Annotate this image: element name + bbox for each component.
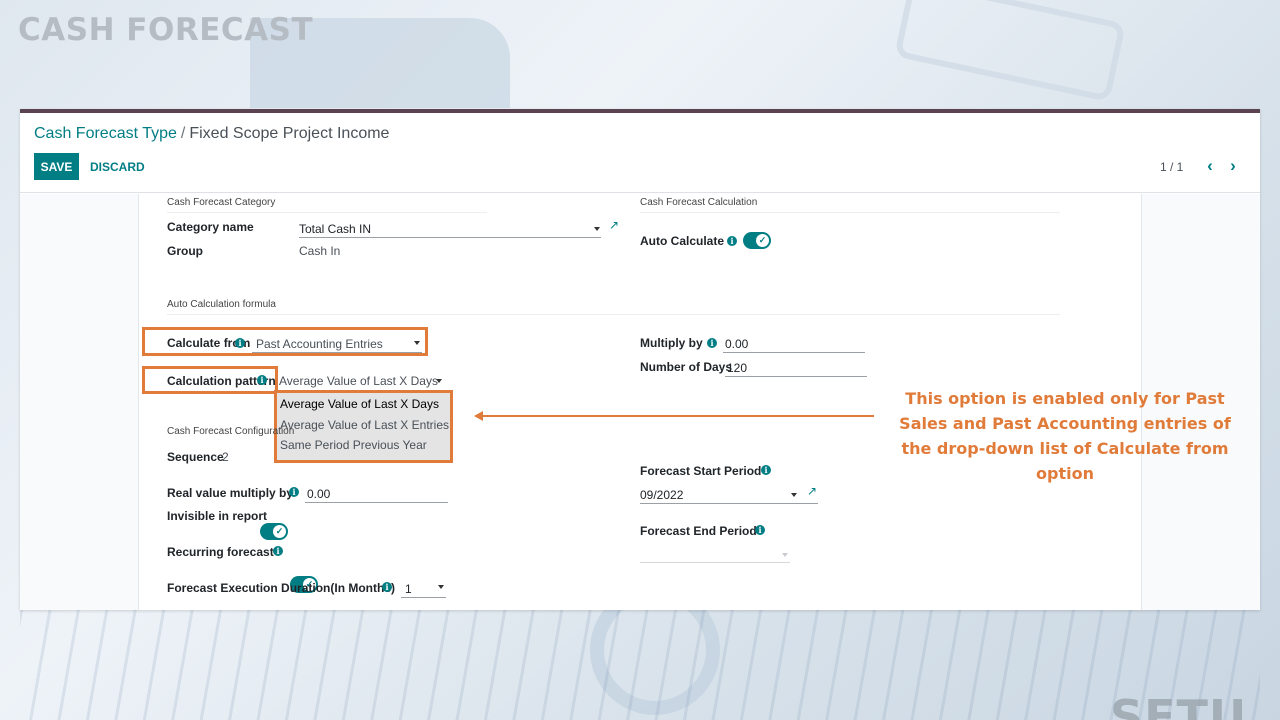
watermark: SETU <box>1110 690 1248 720</box>
info-icon: i <box>382 582 392 592</box>
forecast-end-period-select[interactable] <box>640 546 790 563</box>
caret-down-icon[interactable] <box>594 227 600 231</box>
calculate-from-value: Past Accounting Entries <box>256 337 383 351</box>
sequence-value[interactable]: 2 <box>222 450 229 464</box>
number-of-days-label: Number of Days <box>640 360 733 374</box>
sequence-label: Sequence <box>167 450 224 464</box>
info-icon: i <box>235 338 245 348</box>
external-link-icon[interactable]: ↗ <box>807 484 817 498</box>
calculate-from-select[interactable]: Past Accounting Entries <box>252 335 422 353</box>
auto-calculate-toggle[interactable]: ✓ <box>743 232 771 249</box>
pager-value[interactable]: 1 / 1 <box>1160 160 1183 174</box>
info-icon: i <box>755 525 765 535</box>
info-icon: i <box>289 487 299 497</box>
multiply-by-input[interactable]: 0.00 <box>723 335 865 353</box>
annotation-callout: This option is enabled only for Past Sal… <box>899 389 1231 483</box>
check-icon: ✓ <box>756 234 769 247</box>
category-name-value: Total Cash IN <box>299 222 372 236</box>
external-link-icon[interactable]: ↗ <box>609 218 619 232</box>
save-button[interactable]: SAVE <box>34 153 79 180</box>
odoo-form-window: Cash Forecast Type / Fixed Scope Project I… <box>20 109 1260 610</box>
number-of-days-value: 120 <box>727 361 748 375</box>
calculation-pattern-value[interactable]: Average Value of Last X Days <box>279 374 438 388</box>
forecast-start-period-label: Forecast Start Period <box>640 464 762 478</box>
dropdown-option[interactable]: Same Period Previous Year <box>280 438 427 452</box>
slide-title: CASH FORECAST <box>18 12 314 48</box>
breadcrumb-separator: / <box>180 125 186 142</box>
forecast-execution-duration-value: 1 <box>405 582 412 596</box>
control-panel: Cash Forecast Type / Fixed Scope Project I… <box>20 113 1260 193</box>
caret-down-icon[interactable] <box>414 341 420 345</box>
dropdown-option[interactable]: Average Value of Last X Entries <box>280 418 449 432</box>
breadcrumb: Cash Forecast Type / Fixed Scope Project I… <box>34 125 389 143</box>
recurring-forecast-label: Recurring forecast <box>167 545 274 559</box>
info-icon: i <box>707 338 717 348</box>
multiply-by-value: 0.00 <box>725 337 749 351</box>
dropdown-option[interactable]: Average Value of Last X Days <box>280 397 439 411</box>
discard-button[interactable]: DISCARD <box>90 153 145 180</box>
section-title-category: Cash Forecast Category <box>167 197 487 213</box>
multiply-by-label: Multiply by <box>640 336 703 350</box>
caret-down-icon[interactable] <box>436 379 442 383</box>
invisible-in-report-label: Invisible in report <box>167 509 268 523</box>
forecast-start-period-value: 09/2022 <box>640 488 684 502</box>
info-icon: i <box>257 375 267 385</box>
group-value: Cash In <box>299 244 341 258</box>
caret-down-icon[interactable] <box>782 553 788 557</box>
real-value-multiply-by-label: Real value multiply by <box>167 486 294 500</box>
breadcrumb-parent-link[interactable]: Cash Forecast Type <box>34 125 177 142</box>
real-value-multiply-by-value: 0.00 <box>307 487 331 501</box>
background-pattern <box>20 610 1260 720</box>
section-title-calculation: Cash Forecast Calculation <box>640 197 1060 213</box>
annotation-arrow <box>482 415 874 417</box>
forecast-execution-duration-label: Forecast Execution Duration(In Months) <box>167 581 396 595</box>
forecast-end-period-label: Forecast End Period <box>640 524 757 538</box>
info-icon: i <box>273 546 283 556</box>
info-icon: i <box>727 236 737 246</box>
category-name-input[interactable]: Total Cash IN <box>299 220 601 238</box>
chevron-left-icon[interactable]: ‹ <box>1200 155 1220 177</box>
caret-down-icon[interactable] <box>438 585 444 589</box>
info-icon: i <box>761 465 771 475</box>
breadcrumb-current: Fixed Scope Project Income <box>189 125 390 142</box>
chevron-right-icon[interactable]: › <box>1223 155 1243 177</box>
forecast-execution-duration-select[interactable]: 1 <box>401 580 446 598</box>
section-title-formula: Auto Calculation formula <box>167 299 1060 315</box>
invisible-in-report-toggle[interactable]: ✓ <box>260 523 288 540</box>
real-value-multiply-by-input[interactable]: 0.00 <box>305 485 448 503</box>
background-shape <box>894 0 1126 102</box>
annotation-arrow-head <box>474 411 483 421</box>
section-title-configuration: Cash Forecast Configuration <box>167 426 295 437</box>
calculation-pattern-dropdown: Average Value of Last X Days Average Val… <box>274 390 453 463</box>
auto-calculate-label: Auto Calculate <box>640 234 725 248</box>
caret-down-icon[interactable] <box>791 493 797 497</box>
group-label: Group <box>167 244 203 258</box>
category-name-label: Category name <box>167 220 254 234</box>
number-of-days-input[interactable]: 120 <box>725 359 867 377</box>
check-icon: ✓ <box>273 525 286 538</box>
